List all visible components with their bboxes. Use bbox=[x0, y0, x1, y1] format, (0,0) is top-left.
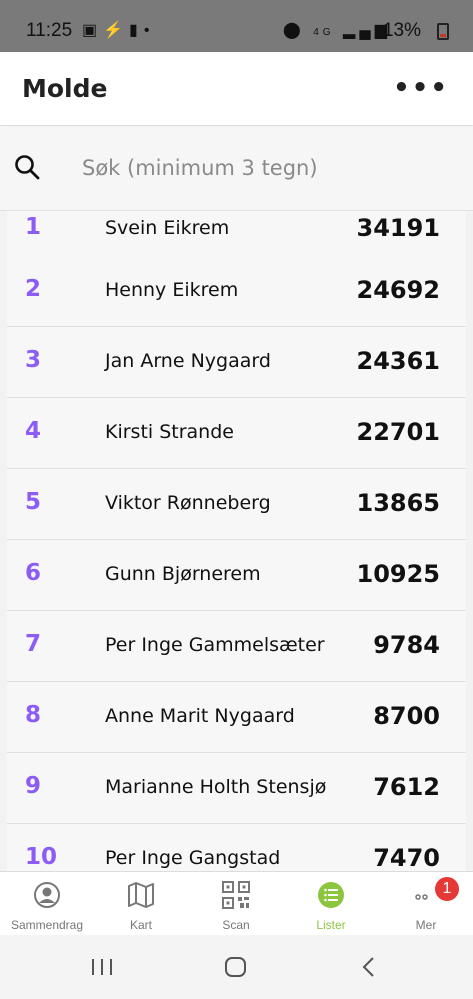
bottom-navigation: Sammendrag Kart Scan Lister 1 Mer bbox=[0, 871, 473, 935]
rank-number: 8 bbox=[25, 702, 42, 728]
rank-number: 6 bbox=[25, 560, 42, 586]
participant-name: Gunn Bjørnerem bbox=[105, 563, 261, 585]
qr-code-icon bbox=[222, 881, 250, 909]
table-row[interactable]: 4 Kirsti Strande 22701 bbox=[7, 398, 466, 469]
battery-icon bbox=[437, 23, 449, 40]
participant-score: 10925 bbox=[356, 560, 441, 588]
rank-number: 3 bbox=[25, 347, 42, 373]
leaderboard-list[interactable]: 1 Svein Eikrem 34191 2 Henny Eikrem 2469… bbox=[7, 211, 466, 871]
search-bar bbox=[0, 126, 473, 211]
participant-name: Viktor Rønneberg bbox=[105, 492, 271, 514]
participant-score: 8700 bbox=[373, 702, 440, 730]
location-icon: ⬤ bbox=[282, 22, 305, 39]
rank-number: 7 bbox=[25, 631, 42, 657]
signal-icons: ⬤ 4G ▂▄▆ bbox=[283, 20, 391, 40]
map-icon bbox=[128, 882, 154, 908]
table-row[interactable]: 9 Marianne Holth Stensjø 7612 bbox=[7, 753, 466, 824]
participant-name: Svein Eikrem bbox=[105, 217, 230, 239]
nav-label: Kart bbox=[129, 918, 152, 932]
participant-name: Anne Marit Nygaard bbox=[105, 705, 295, 727]
user-circle-icon bbox=[34, 882, 60, 908]
rank-number: 5 bbox=[25, 489, 42, 515]
recent-apps-icon[interactable] bbox=[90, 957, 114, 977]
nav-label: Mer bbox=[415, 918, 437, 932]
more-menu-icon[interactable]: ••• bbox=[393, 75, 449, 101]
nav-label: Sammendrag bbox=[10, 918, 84, 932]
participant-score: 24692 bbox=[356, 276, 441, 304]
notification-badge: 1 bbox=[435, 877, 459, 901]
network-type: 4G bbox=[313, 27, 335, 38]
table-row[interactable]: 3 Jan Arne Nygaard 24361 bbox=[7, 327, 466, 398]
search-icon bbox=[15, 155, 40, 180]
notification-icons: ▣⚡▮• bbox=[82, 22, 156, 39]
home-icon[interactable] bbox=[224, 956, 248, 978]
participant-name: Henny Eikrem bbox=[105, 279, 239, 301]
participant-name: Per Inge Gangstad bbox=[105, 847, 281, 869]
search-input[interactable] bbox=[82, 152, 442, 184]
system-navigation-bar bbox=[0, 935, 473, 999]
status-bar: 11:25 ▣⚡▮• ⬤ 4G ▂▄▆ 13% bbox=[0, 0, 473, 52]
nav-item-kart[interactable]: Kart bbox=[94, 872, 188, 936]
participant-score: 34191 bbox=[356, 214, 441, 242]
participant-score: 7470 bbox=[373, 844, 440, 871]
rank-number: 2 bbox=[25, 276, 42, 302]
participant-name: Marianne Holth Stensjø bbox=[105, 776, 327, 798]
participant-score: 13865 bbox=[356, 489, 441, 517]
table-row[interactable]: 7 Per Inge Gammelsæter 9784 bbox=[7, 611, 466, 682]
rank-number: 4 bbox=[25, 418, 42, 444]
nav-label: Lister bbox=[316, 918, 346, 932]
back-icon[interactable] bbox=[360, 956, 378, 978]
app-bar: Molde ••• bbox=[0, 52, 473, 125]
nav-label: Scan bbox=[222, 918, 250, 932]
participant-name: Jan Arne Nygaard bbox=[105, 350, 271, 372]
page-title: Molde bbox=[22, 74, 108, 103]
table-row[interactable]: 10 Per Inge Gangstad 7470 bbox=[7, 824, 466, 871]
participant-score: 24361 bbox=[356, 347, 441, 375]
rank-number: 1 bbox=[25, 214, 42, 240]
participant-name: Per Inge Gammelsæter bbox=[105, 634, 325, 656]
participant-score: 22701 bbox=[356, 418, 441, 446]
table-row[interactable]: 2 Henny Eikrem 24692 bbox=[7, 256, 466, 327]
battery-percent: 13% bbox=[382, 20, 421, 41]
participant-score: 7612 bbox=[373, 773, 440, 801]
rank-number: 9 bbox=[25, 773, 42, 799]
nav-item-lister[interactable]: Lister bbox=[284, 872, 378, 936]
participant-name: Kirsti Strande bbox=[105, 421, 234, 443]
list-icon bbox=[318, 882, 344, 908]
nav-item-mer[interactable]: 1 Mer bbox=[379, 872, 473, 936]
status-time: 11:25 bbox=[26, 20, 73, 41]
participant-score: 9784 bbox=[373, 631, 440, 659]
table-row[interactable]: 6 Gunn Bjørnerem 10925 bbox=[7, 540, 466, 611]
table-row[interactable]: 8 Anne Marit Nygaard 8700 bbox=[7, 682, 466, 753]
rank-number: 10 bbox=[25, 844, 58, 870]
nav-item-sammendrag[interactable]: Sammendrag bbox=[0, 872, 94, 936]
table-row[interactable]: 5 Viktor Rønneberg 13865 bbox=[7, 469, 466, 540]
nav-item-scan[interactable]: Scan bbox=[189, 872, 283, 936]
